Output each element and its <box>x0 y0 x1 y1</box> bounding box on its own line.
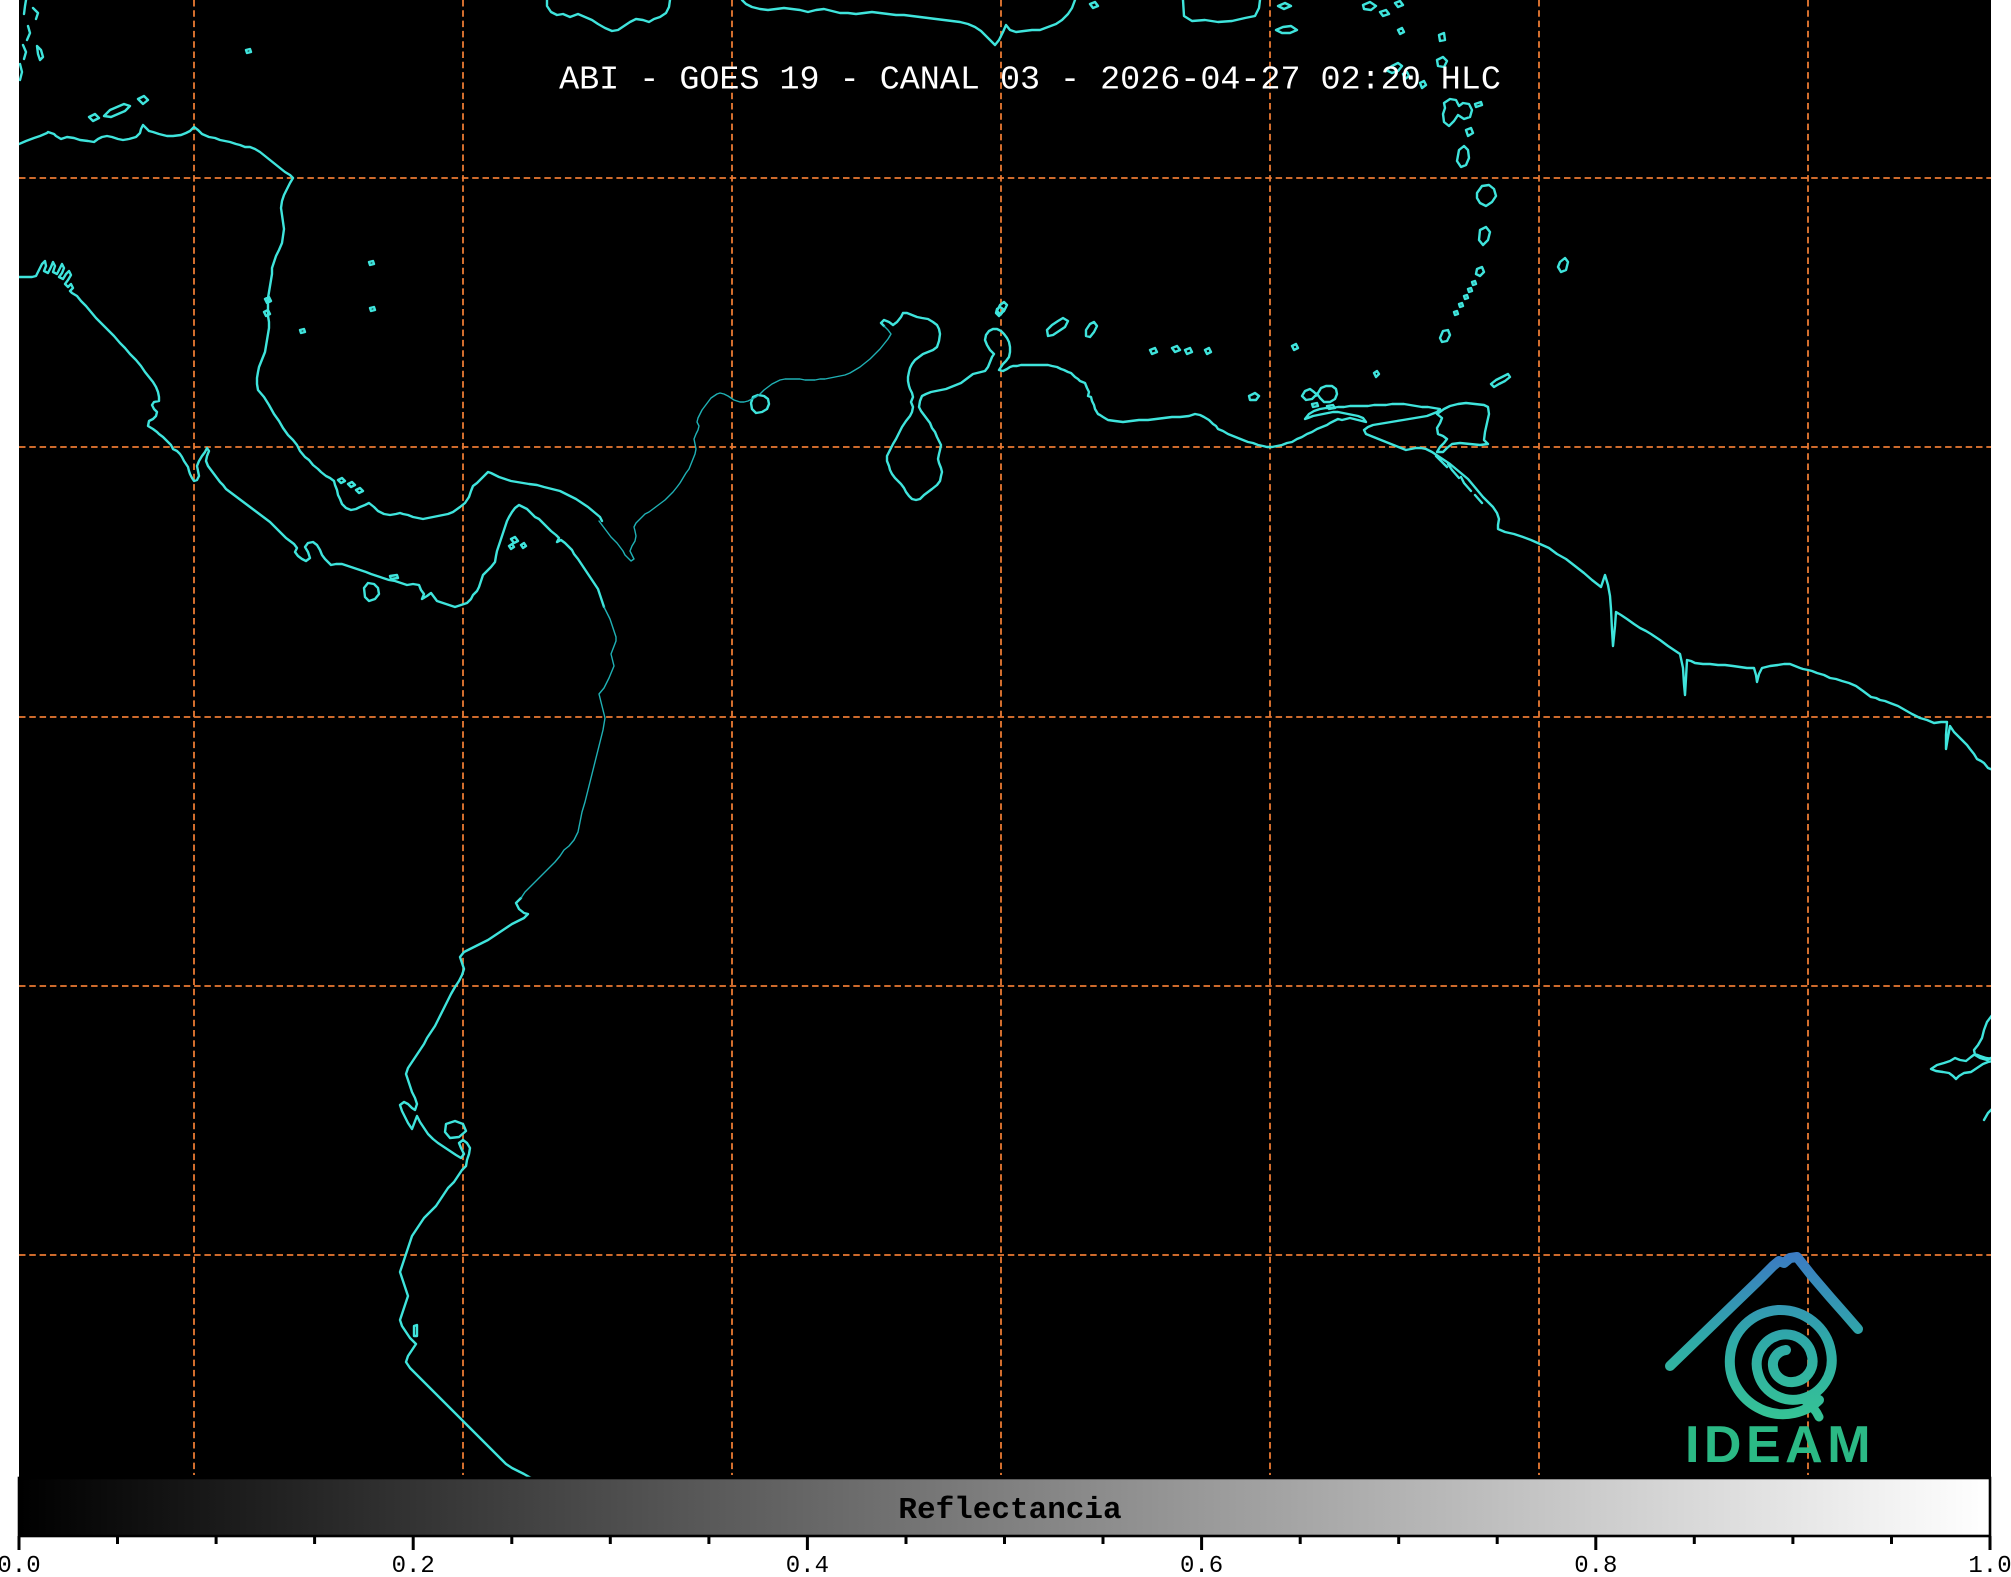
svg-text:0.0: 0.0 <box>0 1553 41 1577</box>
svg-text:IDEAM: IDEAM <box>1685 1416 1875 1474</box>
svg-text:0.8: 0.8 <box>1574 1553 1617 1577</box>
svg-text:Reflectancia: Reflectancia <box>898 1493 1121 1528</box>
svg-text:0.4: 0.4 <box>786 1553 829 1577</box>
svg-text:0.2: 0.2 <box>392 1553 435 1577</box>
svg-text:0.6: 0.6 <box>1180 1553 1223 1577</box>
svg-text:1.0: 1.0 <box>1968 1553 2011 1577</box>
svg-text:ABI - GOES 19 - CANAL 03 - 202: ABI - GOES 19 - CANAL 03 - 2026-04-27 02… <box>559 62 1501 100</box>
